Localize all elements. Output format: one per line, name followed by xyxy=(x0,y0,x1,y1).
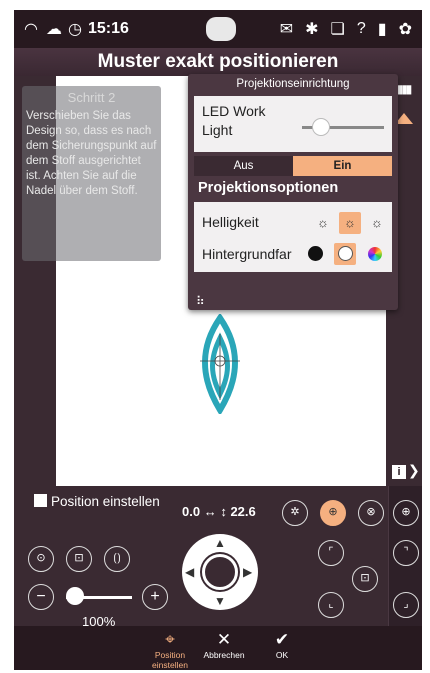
embroidery-design[interactable] xyxy=(192,314,248,414)
brightness-medium-icon[interactable]: ☼ xyxy=(339,212,361,234)
side-column: ⊕ ⌝ ⌟ xyxy=(388,486,422,626)
projection-header: Projektionseinrichtung xyxy=(236,78,350,90)
corner-top-left-button[interactable]: ⌜ xyxy=(318,540,344,566)
status-bar: ◠ ☁ ◷ 15:16 ✉ ✱ ❏ ? ▮ ✿ xyxy=(14,10,422,48)
app-frame: ◠ ☁ ◷ 15:16 ✉ ✱ ❏ ? ▮ ✿ Muster exakt pos… xyxy=(14,10,422,670)
background-white-icon[interactable] xyxy=(334,243,356,265)
hint-text: Verschieben Sie das Design so, dass es n… xyxy=(26,110,157,197)
check-icon: ✔ xyxy=(274,630,290,649)
page-title: Muster exakt positionieren xyxy=(14,48,422,76)
coordinates-readout: 0.0 ↔ ↕ 22.6 xyxy=(182,504,256,519)
projection-options: Helligkeit ☼ ☼ ☼ Hintergrundfar xyxy=(194,202,392,272)
direction-pad[interactable]: ▲ ▼ ◀ ▶ xyxy=(182,534,258,610)
bottom-toolbar: ⌖ Position einstellen ✕ Abbrechen ✔ OK xyxy=(14,626,422,670)
brightness-high-icon[interactable]: ☼ xyxy=(366,212,388,234)
cancel-label: Abbrechen xyxy=(203,650,245,660)
cloud-icon: ☁ xyxy=(45,21,62,38)
info-button[interactable]: i ❯ xyxy=(388,460,422,484)
led-slider-knob[interactable] xyxy=(312,118,330,136)
projection-panel: Projektionseinrichtung LED Work Light Au… xyxy=(188,74,398,310)
book-icon[interactable]: ❏ xyxy=(331,19,345,39)
machine-icon[interactable] xyxy=(206,17,236,41)
background-black-icon[interactable] xyxy=(304,243,326,265)
ok-button[interactable]: ✔ OK xyxy=(262,630,302,660)
auto-align-button[interactable]: ⊙ xyxy=(28,546,54,572)
vertical-arrow-icon: ↕ xyxy=(220,504,231,519)
info-icon: i xyxy=(392,465,406,479)
led-work-light-row: LED Work Light xyxy=(194,96,392,152)
hint-step: Schritt 2 xyxy=(67,90,116,105)
projection-options-heading: Projektionsoptionen xyxy=(198,180,339,196)
drag-handle-icon[interactable]: ⠷ xyxy=(196,294,205,308)
corner-top-right-button[interactable]: ⌝ xyxy=(393,540,419,566)
ok-label: OK xyxy=(275,650,289,660)
background-color-label: Hintergrundfar xyxy=(202,246,292,262)
led-label: LED Work Light xyxy=(202,103,266,138)
side-align-button[interactable]: ⊕ xyxy=(393,500,419,526)
cancel-button[interactable]: ✕ Abbrechen xyxy=(200,630,248,660)
position-tool-label: Position einstellen xyxy=(152,650,188,670)
position-tool-button[interactable]: ⌖ Position einstellen xyxy=(142,630,198,670)
zoom-in-button[interactable]: + xyxy=(142,584,168,610)
brightness-low-icon[interactable]: ☼ xyxy=(312,212,334,234)
chevron-right-icon: ❯ xyxy=(408,462,420,478)
status-time: 15:16 xyxy=(87,20,129,37)
arrow-right-icon[interactable]: ▶ xyxy=(243,565,252,579)
screen-icon[interactable]: ▮ xyxy=(378,19,387,39)
position-tool-icon: ⌖ xyxy=(165,630,175,649)
corner-bottom-right-button[interactable]: ⌟ xyxy=(393,592,419,618)
needle-point-button[interactable]: ✲ xyxy=(282,500,308,526)
notification-icon[interactable]: ✉ xyxy=(280,19,293,39)
position-label: Position einstellen xyxy=(51,494,160,509)
brightness-label: Helligkeit xyxy=(202,214,259,230)
zoom-out-button[interactable]: − xyxy=(28,584,54,610)
clock-icon: ◷ xyxy=(67,21,82,38)
background-color-wheel-icon[interactable] xyxy=(364,243,386,265)
x-value: 0.0 xyxy=(182,504,201,519)
bluetooth-icon: ✱ xyxy=(305,21,319,38)
position-header: Position einstellen xyxy=(34,494,160,509)
corner-bottom-left-button[interactable]: ⌞ xyxy=(318,592,344,618)
close-icon: ✕ xyxy=(216,630,232,649)
direction-pad-center[interactable] xyxy=(202,554,238,590)
center-button[interactable]: ⊡ xyxy=(66,546,92,572)
position-icon xyxy=(34,494,47,507)
hint-box: Schritt 2 Verschieben Sie das Design so,… xyxy=(22,86,161,261)
help-icon[interactable]: ? xyxy=(357,20,366,38)
fit-button[interactable]: ⟮⟯ xyxy=(104,546,130,572)
center-point-button[interactable]: ⊡ xyxy=(352,566,378,592)
zoom-slider-knob[interactable] xyxy=(66,587,84,605)
led-off-button[interactable]: Aus xyxy=(194,156,293,176)
led-toggle: Aus Ein xyxy=(194,156,392,176)
gear-icon[interactable]: ✿ xyxy=(399,19,412,39)
align-point-button[interactable]: ⊕ xyxy=(320,500,346,526)
led-on-button[interactable]: Ein xyxy=(293,156,392,176)
arrow-down-icon[interactable]: ▼ xyxy=(214,594,226,608)
arrow-up-icon[interactable]: ▲ xyxy=(214,536,226,550)
arrow-left-icon[interactable]: ◀ xyxy=(185,565,194,579)
position-controls: Position einstellen 0.0 ↔ ↕ 22.6 ✲ ⊕ ⊗ ⊙… xyxy=(14,486,422,629)
y-value: 22.6 xyxy=(230,504,256,519)
wifi-icon: ◠ xyxy=(24,21,38,38)
rotate-point-button[interactable]: ⊗ xyxy=(358,500,384,526)
horizontal-arrow-icon: ↔ xyxy=(203,504,221,519)
